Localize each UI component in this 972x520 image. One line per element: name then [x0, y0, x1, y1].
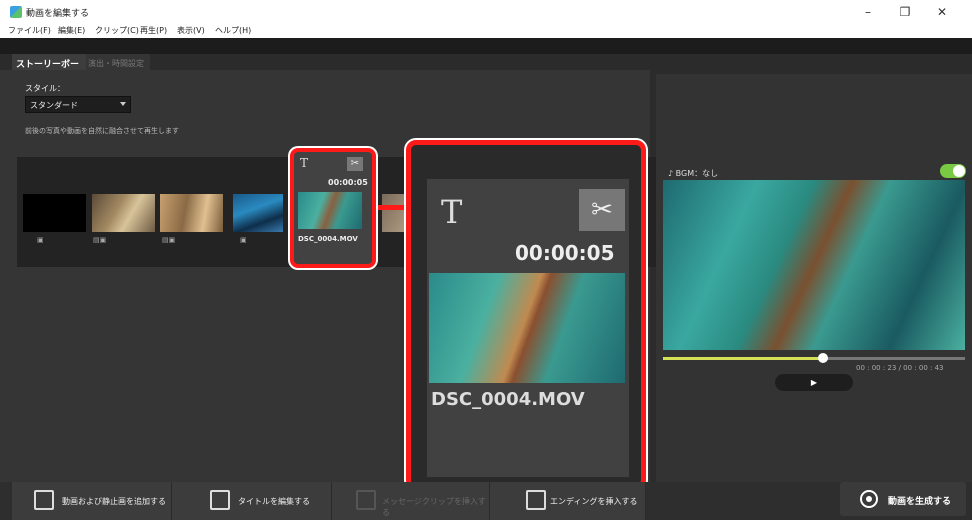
comment-film-icon: ▤▣	[93, 236, 107, 244]
style-description: 前後の写真や動画を自然に融合させて再生します	[25, 127, 179, 135]
timecode: 00 : 00 : 23 / 00 : 00 : 43	[856, 364, 944, 372]
menu-clip[interactable]: クリップ(C)	[95, 25, 139, 36]
generate-label: 動画を生成する	[888, 497, 952, 507]
window-title: 動画を編集する	[26, 9, 90, 19]
add-media-icon	[34, 490, 54, 510]
app-icon	[10, 6, 22, 18]
message-clip-icon	[356, 490, 376, 510]
video-preview[interactable]	[663, 180, 965, 350]
bgm-label: ♪ BGM：なし	[668, 169, 719, 178]
add-media-button[interactable]: 動画および静止画を追加する	[12, 482, 172, 520]
seek-progress	[663, 357, 824, 360]
insert-message-button[interactable]: メッセージクリップを挿入する	[332, 482, 490, 520]
tab-storyboard[interactable]: ストーリーボード	[12, 54, 86, 83]
menu-view[interactable]: 表示(V)	[177, 25, 205, 36]
film-icon: ▣	[37, 236, 44, 244]
play-button[interactable]: ▶	[775, 374, 853, 391]
tab-effects-timing[interactable]: 演出・時間設定	[86, 54, 150, 70]
clip-duration: 00:00:05	[328, 178, 368, 187]
menu-bar: ファイル(F) 編集(E) クリップ(C) 再生(P) 表示(V) ヘルプ(H)	[0, 24, 972, 38]
insert-ending-button[interactable]: エンディングを挿入する	[490, 482, 646, 520]
clip-thumbnail[interactable]	[382, 194, 406, 232]
close-button[interactable]: ✕	[932, 4, 952, 20]
edit-title-button[interactable]: タイトルを編集する	[172, 482, 332, 520]
generate-icon	[860, 490, 878, 508]
selected-clip[interactable]: T ✂ 00:00:05 DSC_0004.MOV	[290, 148, 376, 268]
menu-edit[interactable]: 編集(E)	[58, 25, 85, 36]
generate-video-button[interactable]: 動画を生成する	[840, 482, 966, 516]
clip-duration: 00:00:05	[515, 241, 615, 265]
clip-thumbnail[interactable]	[160, 194, 223, 232]
clip-thumbnail[interactable]	[92, 194, 155, 232]
clip-thumbnail[interactable]	[233, 194, 283, 232]
comment-film-icon: ▤▣	[162, 236, 176, 244]
insert-message-label: メッセージクリップを挿入する	[382, 497, 486, 517]
seek-handle[interactable]	[818, 353, 829, 363]
scissors-icon[interactable]: ✂	[579, 189, 625, 231]
clip-thumbnail	[429, 273, 625, 383]
title-icon	[210, 490, 230, 510]
toggle-knob	[953, 165, 965, 177]
chevron-down-icon	[120, 102, 126, 106]
title-bar: 動画を編集する – ❐ ✕	[0, 0, 972, 24]
menu-help[interactable]: ヘルプ(H)	[215, 25, 251, 36]
title-icon[interactable]: T	[300, 156, 308, 170]
zoom-connector	[378, 205, 408, 210]
scissors-icon[interactable]: ✂	[347, 157, 363, 171]
clip-thumbnail[interactable]	[23, 194, 86, 232]
zoomed-clip-callout: T ✂ 00:00:05 DSC_0004.MOV	[406, 140, 646, 490]
clip-filename: DSC_0004.MOV	[298, 235, 358, 243]
clip-filename: DSC_0004.MOV	[431, 389, 585, 410]
menu-file[interactable]: ファイル(F)	[8, 25, 51, 36]
ending-icon	[526, 490, 546, 510]
restore-button[interactable]: ❐	[895, 4, 915, 20]
insert-ending-label: エンディングを挿入する	[550, 497, 638, 506]
audio-toggle[interactable]	[940, 164, 966, 178]
style-dropdown[interactable]: スタンダード	[25, 96, 131, 113]
style-label: スタイル：	[25, 84, 65, 93]
minimize-button[interactable]: –	[858, 4, 878, 20]
toolbar-strip	[0, 38, 972, 54]
edit-title-label: タイトルを編集する	[238, 497, 310, 506]
clip-thumbnail	[298, 192, 362, 229]
film-icon: ▣	[240, 236, 247, 244]
add-media-label: 動画および静止画を追加する	[62, 497, 166, 506]
style-selected-value: スタンダード	[30, 101, 78, 110]
title-icon[interactable]: T	[441, 193, 462, 231]
menu-play[interactable]: 再生(P)	[140, 25, 167, 36]
